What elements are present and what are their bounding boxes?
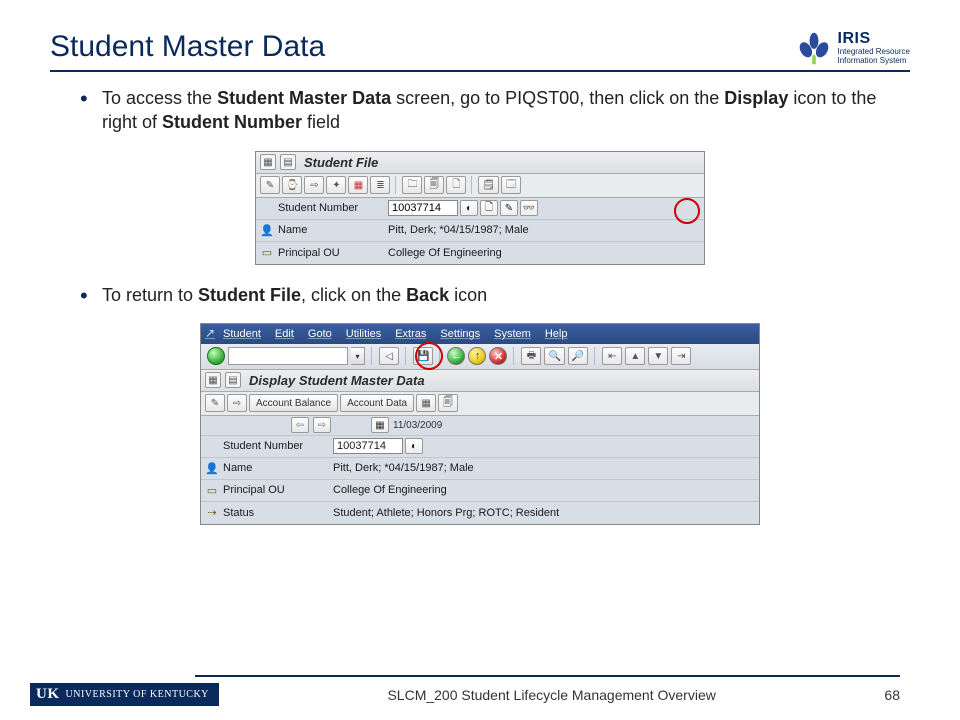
menu-student[interactable]: Student bbox=[223, 328, 261, 340]
person-icon: 👤 bbox=[256, 224, 278, 237]
tool-btn[interactable]: ≣ bbox=[370, 176, 390, 194]
highlight-circle bbox=[415, 342, 443, 370]
tool-btn[interactable]: ⇨ bbox=[304, 176, 324, 194]
label-name: Name bbox=[223, 462, 333, 474]
tool-btn[interactable]: 🗔 bbox=[501, 176, 521, 194]
tool-btn[interactable]: ⌚ bbox=[282, 176, 302, 194]
value-name: Pitt, Derk; *04/15/1987; Male bbox=[333, 462, 759, 474]
menu-system[interactable]: System bbox=[494, 328, 531, 340]
tool-btn[interactable]: ⇨ bbox=[227, 394, 247, 412]
find-icon[interactable]: 🔍 bbox=[544, 347, 564, 365]
bullet-1: To access the Student Master Data screen… bbox=[80, 86, 910, 135]
org-icon: ▭ bbox=[201, 484, 223, 497]
uk-monogram: UK bbox=[36, 686, 60, 703]
uk-name: UNIVERSITY OF KENTUCKY bbox=[66, 689, 209, 700]
input-student-number[interactable]: 10037714 bbox=[333, 438, 403, 454]
back-icon[interactable]: ← bbox=[447, 347, 465, 365]
tool-btn[interactable]: ▦ bbox=[416, 394, 436, 412]
value-name: Pitt, Derk; *04/15/1987; Male bbox=[388, 224, 704, 236]
search-help-icon[interactable]: ◐ bbox=[405, 438, 423, 454]
bullet-2: To return to Student File, click on the … bbox=[80, 283, 910, 307]
label-status: Status bbox=[223, 507, 333, 519]
label-name: Name bbox=[278, 224, 388, 236]
tool-btn[interactable]: 🗐 bbox=[438, 394, 458, 412]
window-title: Display Student Master Data bbox=[249, 373, 425, 388]
tool-btn[interactable]: ✎ bbox=[260, 176, 280, 194]
standard-toolbar: ▾ ◁ 💾 ← ↑ ✕ 🖶 🔍 🔎 ⇤ ▲ ▼ ⇥ bbox=[201, 344, 759, 370]
save-icon[interactable]: ◁ bbox=[379, 347, 399, 365]
tool-btn[interactable]: 🗒 bbox=[478, 176, 499, 194]
menu-extras[interactable]: Extras bbox=[395, 328, 426, 340]
page-number: 68 bbox=[884, 687, 900, 703]
iris-logo: IRIS Integrated Resource Information Sys… bbox=[796, 30, 911, 66]
highlight-circle bbox=[674, 198, 700, 224]
logo-text-main: IRIS bbox=[838, 30, 911, 48]
menu-edit[interactable]: Edit bbox=[275, 328, 294, 340]
org-icon: ▭ bbox=[256, 246, 278, 259]
calendar-icon[interactable]: ▦ bbox=[371, 417, 389, 433]
footer-title: SLCM_200 Student Lifecycle Management Ov… bbox=[387, 687, 715, 703]
create-icon[interactable]: 🗋 bbox=[480, 200, 498, 216]
value-principal-ou: College Of Engineering bbox=[333, 484, 759, 496]
label-student-number: Student Number bbox=[278, 202, 388, 214]
slide-footer: UK UNIVERSITY OF KENTUCKY SLCM_200 Stude… bbox=[0, 675, 960, 720]
next-date-icon[interactable]: ⇨ bbox=[313, 417, 331, 433]
screenshot-master-data: ↗ Student Edit Goto Utilities Extras Set… bbox=[200, 323, 760, 525]
menu-utilities[interactable]: Utilities bbox=[346, 328, 381, 340]
account-balance-button[interactable]: Account Balance bbox=[249, 394, 338, 412]
tool-btn[interactable]: 🗐 bbox=[424, 176, 444, 194]
menu-goto[interactable]: Goto bbox=[308, 328, 332, 340]
next-page-icon[interactable]: ▼ bbox=[648, 347, 668, 365]
last-page-icon[interactable]: ⇥ bbox=[671, 347, 691, 365]
command-field[interactable] bbox=[228, 347, 348, 365]
session-icon[interactable]: ↗ bbox=[205, 326, 219, 340]
logo-text-sub2: Information System bbox=[838, 57, 911, 66]
title-icon-1[interactable]: ▦ bbox=[260, 154, 276, 170]
window-title: Student File bbox=[304, 155, 378, 170]
title-icon-2[interactable]: ▤ bbox=[280, 154, 296, 170]
title-icon[interactable]: ▦ bbox=[205, 372, 221, 388]
label-student-number: Student Number bbox=[223, 440, 333, 452]
tool-btn[interactable]: ▦ bbox=[348, 176, 368, 194]
first-page-icon[interactable]: ⇤ bbox=[602, 347, 622, 365]
value-principal-ou: College Of Engineering bbox=[388, 247, 704, 259]
app-toolbar-2: ✎ ⇨ Account Balance Account Data ▦ 🗐 bbox=[201, 392, 759, 416]
tool-btn[interactable]: 🗀 bbox=[402, 176, 422, 194]
tool-btn[interactable]: ✎ bbox=[205, 394, 225, 412]
screenshot-student-file: ▦ ▤ Student File ✎ ⌚ ⇨ ✦ ▦ ≣ 🗀 🗐 🗋 🗒 🗔 S… bbox=[255, 151, 705, 265]
value-status: Student; Athlete; Honors Prg; ROTC; Resi… bbox=[333, 507, 759, 519]
print-icon[interactable]: 🖶 bbox=[521, 347, 541, 365]
page-title: Student Master Data bbox=[50, 30, 325, 64]
status-icon: ⇢ bbox=[201, 506, 223, 519]
label-principal-ou: Principal OU bbox=[278, 247, 388, 259]
key-date: 11/03/2009 bbox=[393, 420, 442, 431]
change-icon[interactable]: ✎ bbox=[500, 200, 518, 216]
uk-logo-badge: UK UNIVERSITY OF KENTUCKY bbox=[30, 683, 219, 706]
tool-btn[interactable]: 🗋 bbox=[446, 176, 466, 194]
prev-page-icon[interactable]: ▲ bbox=[625, 347, 645, 365]
person-icon: 👤 bbox=[201, 462, 223, 475]
title-icon[interactable]: ▤ bbox=[225, 372, 241, 388]
input-student-number[interactable]: 10037714 bbox=[388, 200, 458, 216]
iris-flower-icon bbox=[796, 30, 832, 66]
search-help-icon[interactable]: ◐ bbox=[460, 200, 478, 216]
command-dropdown-icon[interactable]: ▾ bbox=[351, 347, 365, 365]
tool-btn[interactable]: ✦ bbox=[326, 176, 346, 194]
find-next-icon[interactable]: 🔎 bbox=[568, 347, 588, 365]
menu-settings[interactable]: Settings bbox=[440, 328, 480, 340]
enter-icon[interactable] bbox=[207, 347, 225, 365]
display-icon[interactable]: 👓 bbox=[520, 200, 538, 216]
app-toolbar: ✎ ⌚ ⇨ ✦ ▦ ≣ 🗀 🗐 🗋 🗒 🗔 bbox=[256, 174, 704, 198]
label-principal-ou: Principal OU bbox=[223, 484, 333, 496]
prev-date-icon[interactable]: ⇦ bbox=[291, 417, 309, 433]
menu-bar: ↗ Student Edit Goto Utilities Extras Set… bbox=[201, 324, 759, 344]
cancel-icon[interactable]: ✕ bbox=[489, 347, 507, 365]
exit-icon[interactable]: ↑ bbox=[468, 347, 486, 365]
menu-help[interactable]: Help bbox=[545, 328, 568, 340]
account-data-button[interactable]: Account Data bbox=[340, 394, 414, 412]
